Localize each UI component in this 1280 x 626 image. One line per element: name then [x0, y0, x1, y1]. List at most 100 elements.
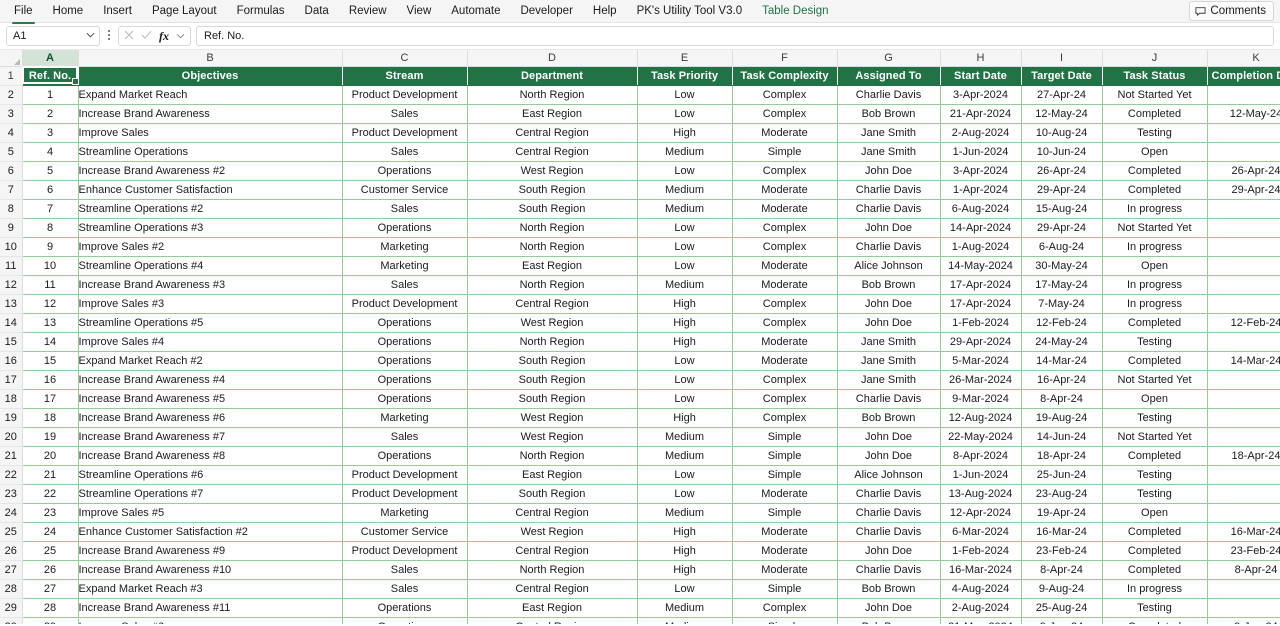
column-header-D[interactable]: D: [467, 50, 638, 67]
table-row[interactable]: 26 25 Increase Brand Awareness #9 Product D…: [0, 541, 1280, 561]
table-cell[interactable]: Operations: [342, 313, 468, 333]
row-header-13[interactable]: 13: [0, 294, 23, 314]
table-cell[interactable]: Not Started Yet: [1102, 218, 1208, 238]
table-cell[interactable]: Product Development: [342, 85, 468, 105]
table-cell[interactable]: 24: [21, 522, 79, 542]
table-cell[interactable]: Enhance Customer Satisfaction #2: [78, 522, 343, 542]
table-row[interactable]: 3029Improve Sales #6OperationsCentral Re…: [0, 617, 1280, 624]
table-cell[interactable]: Testing: [1102, 598, 1208, 618]
table-cell[interactable]: 21-May-2024: [940, 617, 1022, 624]
table-cell[interactable]: Not Started Yet: [1102, 85, 1208, 105]
table-cell[interactable]: 14-May-2024: [940, 256, 1022, 276]
table-cell[interactable]: Marketing: [342, 503, 468, 523]
table-cell[interactable]: 9-Mar-2024: [940, 389, 1022, 409]
table-cell[interactable]: [1207, 218, 1280, 238]
table-cell[interactable]: Completed: [1102, 617, 1208, 624]
table-cell[interactable]: Charlie Davis: [837, 180, 941, 200]
table-cell[interactable]: Operations: [342, 161, 468, 181]
table-cell[interactable]: High: [637, 560, 733, 580]
table-cell[interactable]: Open: [1102, 256, 1208, 276]
table-cell[interactable]: 14-Jun-24: [1021, 427, 1103, 447]
table-cell[interactable]: 3-Apr-2024: [940, 85, 1022, 105]
table-cell[interactable]: Low: [637, 389, 733, 409]
table-cell[interactable]: High: [637, 541, 733, 561]
table-cell[interactable]: Sales: [342, 104, 468, 124]
table-cell[interactable]: 16: [21, 370, 79, 390]
comments-button[interactable]: Comments: [1189, 1, 1274, 21]
table-cell[interactable]: North Region: [467, 275, 638, 295]
table-cell[interactable]: Operations: [342, 332, 468, 352]
table-cell[interactable]: [1207, 465, 1280, 485]
table-cell[interactable]: 12: [21, 294, 79, 314]
table-cell[interactable]: 4: [21, 142, 79, 162]
table-row[interactable]: 17 16 Increase Brand Awareness #4 Operation…: [0, 370, 1280, 390]
table-cell[interactable]: Jane Smith: [837, 123, 941, 143]
table-cell[interactable]: Operations: [342, 389, 468, 409]
table-cell[interactable]: [1207, 427, 1280, 447]
ribbon-tab-developer[interactable]: Developer: [510, 1, 582, 21]
table-cell[interactable]: [1207, 484, 1280, 504]
table-cell[interactable]: Increase Brand Awareness #6: [78, 408, 343, 428]
table-cell[interactable]: Improve Sales #2: [78, 237, 343, 257]
vertical-ellipsis-icon[interactable]: [102, 28, 116, 45]
table-cell[interactable]: 17: [21, 389, 79, 409]
table-cell[interactable]: Sales: [342, 199, 468, 219]
table-cell[interactable]: 18-Apr-24: [1021, 446, 1103, 466]
ribbon-tab-review[interactable]: Review: [339, 1, 397, 21]
table-cell[interactable]: In progress: [1102, 237, 1208, 257]
table-cell[interactable]: 2-Aug-2024: [940, 123, 1022, 143]
table-cell[interactable]: Completed: [1102, 161, 1208, 181]
table-cell[interactable]: 21: [21, 465, 79, 485]
table-cell[interactable]: 8-Apr-24: [1021, 560, 1103, 580]
table-cell[interactable]: 14-Mar-24: [1021, 351, 1103, 371]
table-cell[interactable]: Jane Smith: [837, 370, 941, 390]
row-header-15[interactable]: 15: [0, 332, 23, 352]
table-header-cell[interactable]: Task Status: [1102, 66, 1208, 86]
table-row[interactable]: 8 7 Streamline Operations #2 Sales South Reg…: [0, 199, 1280, 219]
table-cell[interactable]: Operations: [342, 446, 468, 466]
table-cell[interactable]: Medium: [637, 446, 733, 466]
row-header-5[interactable]: 5: [0, 142, 23, 162]
table-cell[interactable]: 6: [21, 180, 79, 200]
table-row[interactable]: 19 18 Increase Brand Awareness #6 Marketing…: [0, 408, 1280, 428]
close-icon[interactable]: [124, 30, 134, 43]
column-header-C[interactable]: C: [342, 50, 468, 67]
table-row[interactable]: 21 20 Increase Brand Awareness #8 Operation…: [0, 446, 1280, 466]
table-cell[interactable]: 9-Jun-24: [1207, 617, 1280, 624]
table-cell[interactable]: North Region: [467, 446, 638, 466]
table-cell[interactable]: Enhance Customer Satisfaction: [78, 180, 343, 200]
table-cell[interactable]: North Region: [467, 560, 638, 580]
table-cell[interactable]: [1207, 199, 1280, 219]
table-row[interactable]: 18 17 Increase Brand Awareness #5 Operation…: [0, 389, 1280, 409]
table-cell[interactable]: Completed: [1102, 104, 1208, 124]
table-cell[interactable]: 21-Apr-2024: [940, 104, 1022, 124]
table-cell[interactable]: 10: [21, 256, 79, 276]
table-cell[interactable]: Low: [637, 161, 733, 181]
table-cell[interactable]: East Region: [467, 598, 638, 618]
table-cell[interactable]: Customer Service: [342, 180, 468, 200]
table-cell[interactable]: High: [637, 332, 733, 352]
table-cell[interactable]: 29-Apr-24: [1207, 180, 1280, 200]
table-cell[interactable]: North Region: [467, 218, 638, 238]
row-header-28[interactable]: 28: [0, 579, 23, 599]
table-cell[interactable]: Product Development: [342, 484, 468, 504]
table-cell[interactable]: [1207, 123, 1280, 143]
table-cell[interactable]: Increase Brand Awareness #5: [78, 389, 343, 409]
table-cell[interactable]: Central Region: [467, 142, 638, 162]
table-cell[interactable]: 19-Aug-24: [1021, 408, 1103, 428]
fx-icon[interactable]: fx: [159, 29, 169, 44]
table-cell[interactable]: Streamline Operations #5: [78, 313, 343, 333]
table-cell[interactable]: Increase Brand Awareness #10: [78, 560, 343, 580]
table-header-cell[interactable]: Stream: [342, 66, 468, 86]
table-cell[interactable]: Operations: [342, 218, 468, 238]
table-cell[interactable]: Open: [1102, 503, 1208, 523]
table-cell[interactable]: Moderate: [732, 332, 838, 352]
table-cell[interactable]: Bob Brown: [837, 275, 941, 295]
table-header-cell[interactable]: Ref. No.: [22, 66, 79, 86]
table-cell[interactable]: Open: [1102, 389, 1208, 409]
table-cell[interactable]: Low: [637, 256, 733, 276]
table-cell[interactable]: 23-Feb-24: [1207, 541, 1280, 561]
table-cell[interactable]: 8-Apr-24: [1021, 389, 1103, 409]
table-cell[interactable]: 23-Feb-24: [1021, 541, 1103, 561]
row-header-30[interactable]: 30: [0, 617, 23, 624]
